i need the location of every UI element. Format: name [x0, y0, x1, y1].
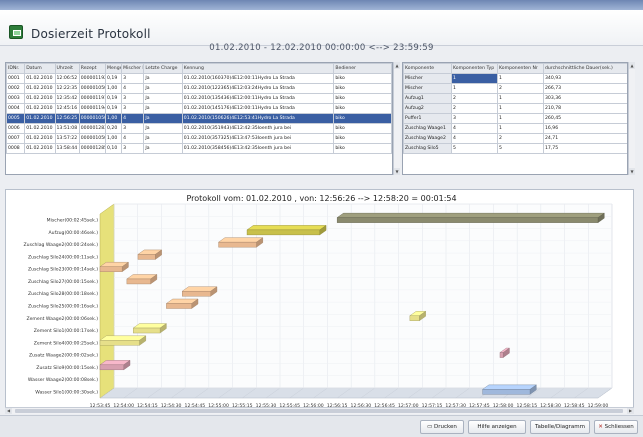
scrollbar-thumb[interactable]: [15, 409, 623, 413]
help-button[interactable]: Hilfe anzeigen: [468, 420, 526, 434]
table-diagram-button-label: Tabelle/Diagramm: [535, 424, 585, 430]
y-category-label: Zement Waage2(00:00:06sek.): [26, 316, 98, 322]
y-category-label: Zuschlag Silo28(00:00:18sek.): [28, 291, 98, 297]
main-window: Dosierzeit Protokoll 01.02.2010 - 12.02.…: [0, 0, 643, 437]
gantt-chart: 12:53:4512:54:0012:54:1512:54:3012:54:45…: [24, 203, 613, 409]
gantt-bar[interactable]: [246, 225, 327, 236]
y-category-label: Zuschlag Silo25(00:00:16sek.): [28, 304, 98, 310]
y-category-label: Zusatz Silo9(00:00:15sek.): [36, 365, 98, 371]
y-category-label: Zuschlag Silo24(00:00:11sek.): [28, 254, 98, 260]
gantt-bar[interactable]: [99, 335, 147, 346]
y-category-label: Zuschlag Silo23(00:00:14sek.): [28, 267, 98, 273]
scroll-left-arrow-icon[interactable]: ◀: [5, 408, 12, 414]
gantt-bar[interactable]: [99, 261, 130, 273]
gantt-bar[interactable]: [181, 286, 218, 297]
gantt-bar[interactable]: [126, 274, 158, 285]
gantt-bar[interactable]: [165, 298, 199, 309]
chart-horizontal-scrollbar[interactable]: ◀ ▶: [5, 407, 634, 414]
help-button-label: Hilfe anzeigen: [477, 424, 517, 430]
y-category-label: Zement Silo4(00:00:25sek.): [34, 340, 98, 346]
y-category-label: Wasser Silo1(00:00:30sek.): [35, 389, 98, 395]
table-diagram-button[interactable]: Tabelle/Diagramm: [530, 420, 590, 434]
gantt-bar[interactable]: [99, 359, 131, 371]
print-button[interactable]: ▭ Drucken: [420, 420, 464, 434]
y-category-label: Aufzug(00:00:46sek.): [49, 230, 99, 236]
close-button-label: Schliessen: [604, 424, 634, 430]
scroll-right-arrow-icon[interactable]: ▶: [627, 408, 634, 414]
y-category-label: Zusatz Waage2(00:00:02sek.): [29, 353, 98, 359]
gantt-bar[interactable]: [132, 323, 168, 334]
y-category-label: Mischer(00:02:45sek.): [47, 218, 99, 224]
y-category-label: Wasser Waage2(00:00:08sek.): [28, 377, 98, 383]
y-category-label: Zuschlag Silo27(00:00:15sek.): [28, 279, 98, 285]
gantt-bar[interactable]: [217, 237, 264, 248]
gantt-bar[interactable]: [336, 212, 605, 224]
close-button[interactable]: ✕ Schliessen: [594, 420, 638, 434]
printer-icon: ▭: [427, 424, 435, 430]
gantt-bar[interactable]: [481, 384, 537, 395]
print-button-label: Drucken: [434, 424, 457, 430]
y-category-label: Zement Silo1(00:00:17sek.): [34, 328, 98, 334]
y-category-label: Zuschlag Waage2(00:00:24sek.): [24, 242, 99, 248]
